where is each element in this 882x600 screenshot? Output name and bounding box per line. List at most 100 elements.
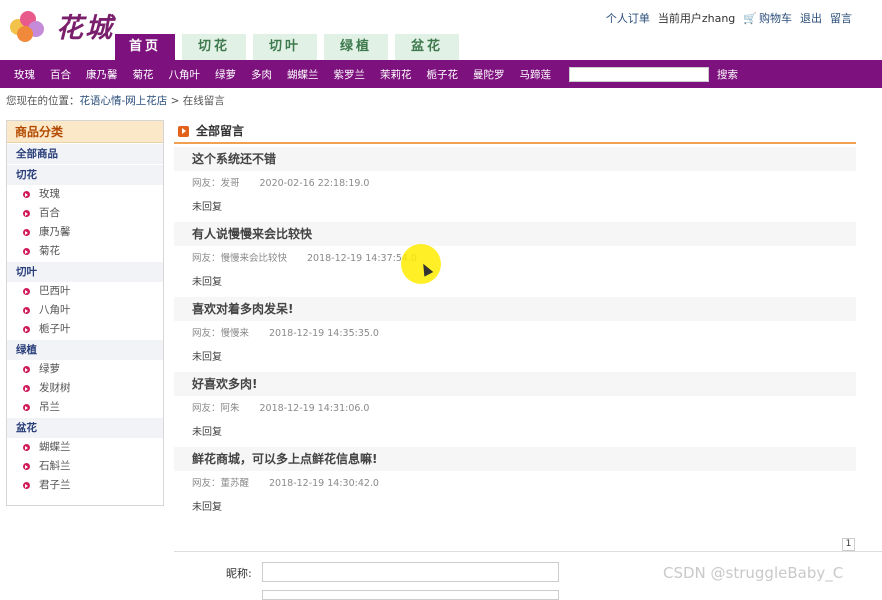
message-author: 网友：慢慢来 — [192, 328, 250, 339]
sidebar-group-cut-leaves[interactable]: 切叶 — [7, 262, 163, 282]
message-item: 喜欢对着多肉发呆! 网友：慢慢来 2018-12-19 14:35:35.0 未回… — [174, 297, 856, 369]
message-board-header: 全部留言 — [174, 120, 856, 144]
breadcrumb-separator: > — [170, 95, 180, 107]
category-link[interactable]: 茉莉花 — [380, 67, 412, 82]
sidebar-title: 商品分类 — [7, 121, 163, 143]
tab-cut-flowers[interactable]: 切花 — [182, 34, 246, 60]
message-author: 网友：发哥 — [192, 178, 240, 189]
message-link[interactable]: 留言 — [830, 10, 852, 26]
message-item: 这个系统还不错 网友：发哥 2020-02-16 22:18:19.0 未回复 — [174, 147, 856, 219]
category-link[interactable]: 康乃馨 — [86, 67, 118, 82]
tab-home[interactable]: 首页 — [115, 34, 175, 60]
tab-cut-leaves[interactable]: 切叶 — [253, 34, 317, 60]
bullet-arrow-icon — [23, 248, 30, 255]
sidebar-item[interactable]: 绿萝 — [7, 360, 163, 379]
sidebar-item-label: 绿萝 — [39, 363, 60, 375]
main-nav-tabs: 首页 切花 切叶 绿植 盆花 — [115, 34, 459, 60]
current-user-text: 当前用户zhang — [657, 12, 736, 25]
search-input[interactable] — [569, 66, 709, 82]
sidebar-group-cut-flowers[interactable]: 切花 — [7, 165, 163, 185]
sidebar-item[interactable]: 栀子叶 — [7, 320, 163, 339]
sidebar-item[interactable]: 发财树 — [7, 379, 163, 398]
sidebar-item[interactable]: 康乃馨 — [7, 223, 163, 242]
category-link[interactable]: 蝴蝶兰 — [287, 67, 319, 82]
sidebar-group-green-plants[interactable]: 绿植 — [7, 340, 163, 360]
category-link[interactable]: 多肉 — [251, 67, 272, 82]
message-reply-status: 未回复 — [192, 352, 222, 363]
message-reply-status: 未回复 — [192, 427, 222, 438]
message-board: 全部留言 这个系统还不错 网友：发哥 2020-02-16 22:18:19.0 … — [174, 120, 856, 519]
page-number-button[interactable]: 1 — [842, 538, 855, 551]
category-bar: 玫瑰 百合 康乃馨 菊花 八角叶 绿萝 多肉 蝴蝶兰 紫罗兰 茉莉花 栀子花 曼… — [0, 60, 882, 88]
breadcrumb-home-link[interactable]: 花语心情-网上花店 — [80, 95, 168, 107]
logout-link[interactable]: 退出 — [800, 10, 822, 26]
category-link[interactable]: 百合 — [50, 67, 71, 82]
site-logo[interactable]: 花城 — [8, 6, 114, 45]
message-time: 2018-12-19 14:35:35.0 — [269, 328, 379, 339]
sidebar-all-products[interactable]: 全部商品 — [7, 144, 163, 164]
category-sidebar: 商品分类 全部商品 切花 玫瑰 百合 康乃馨 菊花 切叶 巴西叶 八角叶 栀子叶… — [6, 120, 164, 506]
bullet-arrow-icon — [23, 404, 30, 411]
category-link[interactable]: 曼陀罗 — [473, 67, 505, 82]
sidebar-item[interactable]: 百合 — [7, 204, 163, 223]
message-reply-status: 未回复 — [192, 277, 222, 288]
message-title: 鲜花商城，可以多上点鲜花信息嘛! — [174, 447, 856, 471]
bullet-arrow-icon — [23, 385, 30, 392]
page-title: 全部留言 — [196, 124, 245, 138]
tab-green-plants[interactable]: 绿植 — [324, 34, 388, 60]
category-link[interactable]: 马蹄莲 — [520, 67, 552, 82]
sidebar-item-label: 菊花 — [39, 245, 60, 257]
sidebar-item-label: 吊兰 — [39, 401, 60, 413]
message-item: 好喜欢多肉! 网友：阿朱 2018-12-19 14:31:06.0 未回复 — [174, 372, 856, 444]
category-link[interactable]: 玫瑰 — [14, 67, 35, 82]
watermark: CSDN @struggleBaby_C — [663, 564, 844, 582]
message-time: 2020-02-16 22:18:19.0 — [259, 178, 370, 189]
message-author: 网友：慢慢来会比较快 — [192, 253, 288, 264]
my-orders-link[interactable]: 个人订单 — [606, 10, 650, 26]
bullet-arrow-icon — [23, 307, 30, 314]
sidebar-item[interactable]: 八角叶 — [7, 301, 163, 320]
sidebar-item-label: 玫瑰 — [39, 188, 60, 200]
cart-icon: 🛒 — [743, 12, 757, 25]
sidebar-group-potted-flowers[interactable]: 盆花 — [7, 418, 163, 438]
category-link[interactable]: 绿萝 — [215, 67, 236, 82]
category-link[interactable]: 八角叶 — [169, 67, 201, 82]
arrow-right-icon — [178, 125, 189, 137]
category-link[interactable]: 菊花 — [133, 67, 154, 82]
nickname-input[interactable] — [262, 562, 559, 582]
sidebar-item[interactable]: 吊兰 — [7, 398, 163, 417]
flower-logo-icon — [8, 9, 52, 43]
bullet-arrow-icon — [23, 229, 30, 236]
sidebar-item[interactable]: 蝴蝶兰 — [7, 438, 163, 457]
sidebar-item[interactable]: 君子兰 — [7, 476, 163, 495]
bullet-arrow-icon — [23, 366, 30, 373]
sidebar-item-label: 发财树 — [39, 382, 71, 394]
header: 花城 个人订单 当前用户zhang 🛒 购物车 退出 留言 首页 切花 切叶 绿植… — [0, 0, 882, 60]
cart-link[interactable]: 🛒 购物车 — [743, 10, 792, 26]
message-author: 网友：阿朱 — [192, 403, 240, 414]
sidebar-item[interactable]: 玫瑰 — [7, 185, 163, 204]
message-title: 喜欢对着多肉发呆! — [174, 297, 856, 321]
top-links: 个人订单 当前用户zhang 🛒 购物车 退出 留言 — [606, 10, 852, 26]
message-meta: 网友：慢慢来会比较快 2018-12-19 14:37:54.0 — [174, 246, 856, 271]
message-content-input[interactable] — [262, 590, 559, 600]
message-reply-status: 未回复 — [192, 502, 222, 513]
sidebar-item[interactable]: 石斛兰 — [7, 457, 163, 476]
bullet-arrow-icon — [23, 482, 30, 489]
cart-label: 购物车 — [759, 12, 792, 25]
tab-potted-flowers[interactable]: 盆花 — [395, 34, 459, 60]
message-meta: 网友：慢慢来 2018-12-19 14:35:35.0 — [174, 321, 856, 346]
search-button[interactable]: 搜索 — [717, 67, 738, 82]
sidebar-item-label: 巴西叶 — [39, 285, 71, 297]
category-link[interactable]: 栀子花 — [427, 67, 459, 82]
logo-text: 花城 — [56, 13, 114, 44]
sidebar-item-label: 八角叶 — [39, 304, 71, 316]
bullet-arrow-icon — [23, 326, 30, 333]
message-meta: 网友：董苏醒 2018-12-19 14:30:42.0 — [174, 471, 856, 496]
bullet-arrow-icon — [23, 463, 30, 470]
sidebar-item[interactable]: 巴西叶 — [7, 282, 163, 301]
message-meta: 网友：阿朱 2018-12-19 14:31:06.0 — [174, 396, 856, 421]
category-link[interactable]: 紫罗兰 — [334, 67, 366, 82]
bullet-arrow-icon — [23, 191, 30, 198]
sidebar-item[interactable]: 菊花 — [7, 242, 163, 261]
